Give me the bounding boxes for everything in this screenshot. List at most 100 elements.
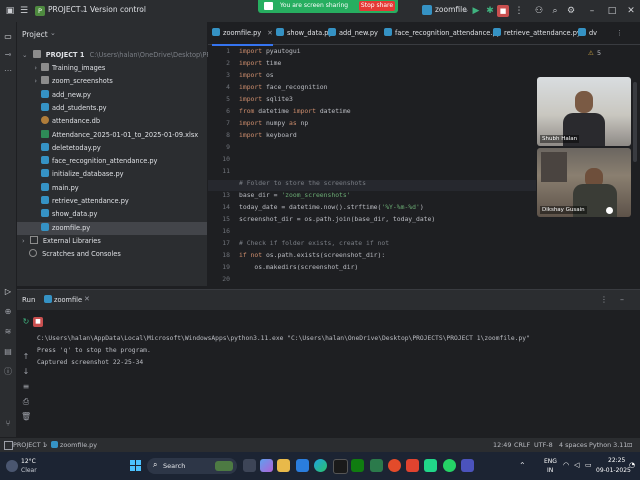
tree-item[interactable]: add_new.py — [17, 89, 207, 102]
brave-browser-icon[interactable] — [388, 459, 401, 472]
tree-item[interactable]: retrieve_attendance.py — [17, 195, 207, 208]
line-number: 11 — [222, 167, 230, 175]
python-interpreter[interactable]: Python 3.11 — [589, 441, 627, 449]
stop-share-button[interactable]: Stop share — [359, 1, 395, 11]
settings-gear-icon[interactable]: ⚙ — [565, 5, 577, 17]
xbox-icon[interactable] — [351, 459, 364, 472]
breadcrumb-file[interactable]: zoomfile.py — [60, 441, 97, 449]
trash-icon[interactable]: 🗑 — [21, 412, 31, 422]
scroll-up-icon[interactable]: ↑ — [21, 352, 31, 362]
close-icon[interactable]: ✕ — [625, 5, 637, 17]
chevron-down-icon: ⌄ — [22, 51, 28, 59]
teams-icon[interactable] — [461, 459, 474, 472]
chevron-down-icon: ⌄ — [50, 29, 56, 37]
file-encoding[interactable]: UTF-8 — [534, 441, 553, 449]
copilot-icon[interactable] — [260, 459, 273, 472]
close-tab-icon[interactable]: ✕ — [84, 295, 90, 303]
tree-item[interactable]: main.py — [17, 182, 207, 195]
file-explorer-icon[interactable] — [277, 459, 290, 472]
tree-root[interactable]: ⌄ PROJECT 1 C:\Users\halan\OneDrive\Desk… — [17, 49, 253, 62]
whatsapp-icon[interactable] — [443, 459, 456, 472]
tree-indent: › — [34, 64, 37, 72]
scroll-down-icon[interactable]: ↓ — [21, 367, 31, 377]
editor-scrollbar[interactable] — [633, 82, 637, 162]
project-badge: P — [35, 6, 45, 16]
tab-face-recognition[interactable]: face_recognition_attendance.py — [384, 22, 500, 44]
collaborate-icon[interactable]: ⚇ — [533, 5, 545, 17]
rerun-icon[interactable]: ↻ — [21, 317, 31, 327]
search-icon[interactable]: ⌕ — [549, 5, 561, 17]
screen-share-icon — [264, 2, 273, 10]
commit-icon[interactable]: ⊸ — [3, 50, 13, 60]
notification-icon[interactable]: ◔ — [629, 461, 635, 469]
more-options-icon[interactable]: ⋮ — [600, 295, 608, 304]
tab-show-data[interactable]: show_data.py — [276, 22, 332, 44]
participant-video-top[interactable]: Shubh Halan — [537, 77, 631, 146]
run-tool-icon[interactable]: ▷ — [3, 287, 13, 297]
terminal-icon[interactable]: ▤ — [3, 347, 13, 357]
battery-icon[interactable]: ▭ — [585, 461, 592, 469]
taskbar-search[interactable]: ⌕ Search — [147, 458, 237, 474]
wifi-icon[interactable]: ◠ — [563, 461, 569, 469]
close-tab-icon[interactable]: ✕ — [267, 29, 273, 37]
more-actions-icon[interactable]: ⋮ — [513, 5, 525, 17]
print-icon[interactable]: ⎙ — [21, 397, 31, 407]
tree-item[interactable]: deletetoday.py — [17, 142, 207, 155]
tab-retrieve-attendance[interactable]: retrieve_attendance.py — [493, 22, 581, 44]
office-icon[interactable] — [406, 459, 419, 472]
tree-item[interactable]: attendance.db — [17, 115, 207, 128]
lock-icon[interactable]: ⊡ — [627, 441, 632, 449]
cursor-position[interactable]: 12:49 — [493, 441, 511, 449]
main-menu-icon[interactable]: ☰ — [18, 5, 30, 17]
structure-icon[interactable]: ⋯ — [3, 66, 13, 76]
tab-overflow[interactable]: dv — [578, 22, 597, 44]
weather-temp[interactable]: 12°C — [21, 458, 36, 465]
stop-run-icon[interactable]: ■ — [33, 317, 43, 327]
windows-start-icon[interactable] — [130, 460, 142, 472]
project-tool-icon[interactable]: ▭ — [3, 32, 13, 42]
console-command-line: C:\Users\halan\AppData\Local\Microsoft\W… — [37, 335, 530, 342]
tree-external-libraries[interactable]: › External Libraries — [17, 235, 207, 248]
tab-zoomfile[interactable]: zoomfile.py ✕ — [212, 22, 273, 46]
tab-list-icon[interactable]: ⋮ — [616, 29, 623, 37]
line-separator[interactable]: CRLF — [514, 441, 530, 449]
breadcrumb-project[interactable]: PROJECT 1 — [13, 441, 47, 449]
run-config-tab[interactable]: zoomfile — [54, 296, 82, 304]
tree-scratches[interactable]: Scratches and Consoles — [17, 248, 207, 261]
python-packages-icon[interactable]: ⊕ — [3, 307, 13, 317]
task-view-icon[interactable] — [243, 459, 256, 472]
zoom-app-icon[interactable] — [296, 459, 309, 472]
minimize-icon[interactable]: – — [586, 5, 598, 17]
tree-item[interactable]: › zoom_screenshots — [17, 75, 207, 88]
tree-item[interactable]: zoomfile.py — [17, 221, 207, 235]
git-icon[interactable]: ⑂ — [3, 419, 13, 429]
tree-item[interactable]: show_data.py — [17, 208, 207, 221]
chevron-up-icon[interactable]: ⌃ — [519, 461, 526, 470]
store-icon[interactable] — [333, 459, 348, 474]
language-top[interactable]: ENG — [544, 458, 557, 465]
participant-video-bottom[interactable]: Dikshay Gusain — [537, 148, 631, 217]
windows-menu-icon[interactable]: ▣ — [4, 5, 16, 17]
tab-add-new[interactable]: add_new.py — [328, 22, 378, 44]
problems-icon[interactable]: ⓘ — [3, 367, 13, 377]
editor-tab-bar: zoomfile.py ✕ show_data.py add_new.py fac… — [208, 22, 640, 46]
excel-icon[interactable] — [370, 459, 383, 472]
tree-item[interactable]: initialize_database.py — [17, 168, 207, 181]
pycharm-icon[interactable] — [424, 459, 437, 472]
indent-setting[interactable]: 4 spaces — [559, 441, 587, 449]
line-number-gutter: 1234567891011121314151617181920 — [208, 44, 234, 286]
tree-item[interactable]: Attendance_2025-01-01_to_2025-01-09.xlsx — [17, 129, 207, 142]
run-icon[interactable]: ▶ — [470, 5, 482, 17]
maximize-icon[interactable]: □ — [606, 5, 618, 17]
volume-icon[interactable]: ◁ — [574, 461, 579, 469]
edge-browser-icon[interactable] — [314, 459, 327, 472]
tree-item[interactable]: › Training_images — [17, 62, 207, 75]
stop-icon[interactable]: ■ — [497, 5, 509, 17]
layers-icon[interactable]: ≋ — [3, 327, 13, 337]
clock-time[interactable]: 22:25 — [608, 457, 625, 464]
minimize-panel-icon[interactable]: – — [620, 295, 624, 304]
soft-wrap-icon[interactable]: ≡ — [21, 382, 31, 392]
tree-item[interactable]: face_recognition_attendance.py — [17, 155, 207, 168]
debug-icon[interactable]: ✱ — [484, 5, 496, 17]
tree-item[interactable]: add_students.py — [17, 102, 207, 115]
